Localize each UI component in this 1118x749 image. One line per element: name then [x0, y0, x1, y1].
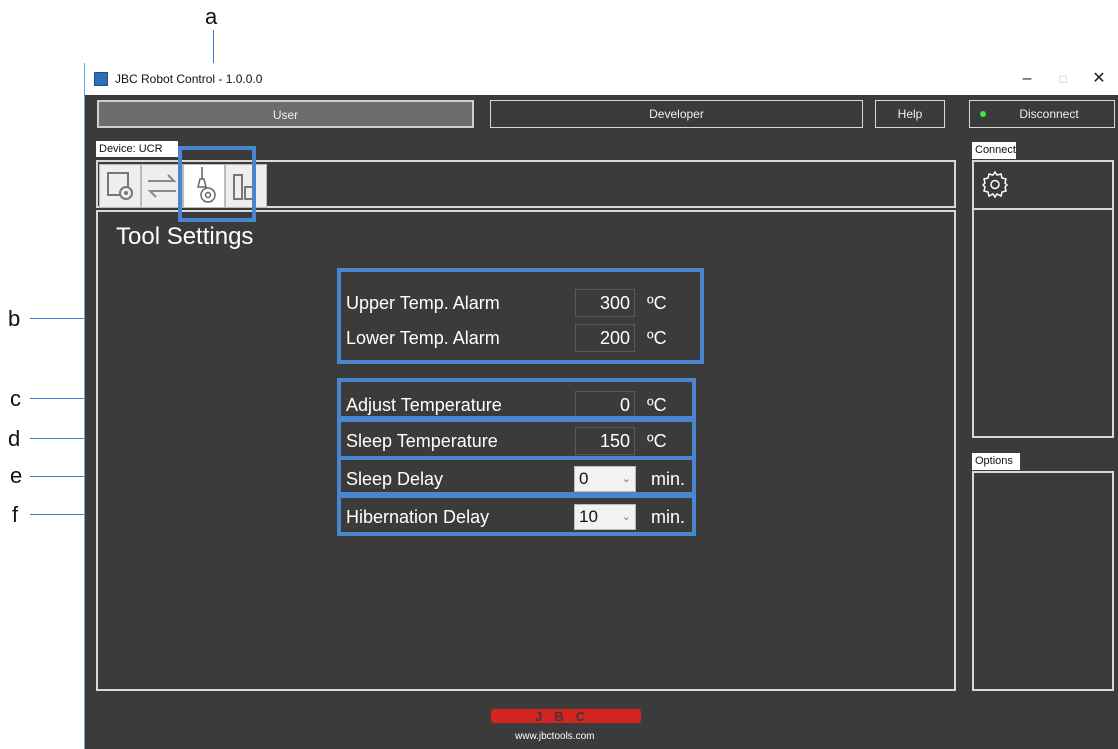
jbc-logo: JBC — [491, 709, 641, 724]
options-panel — [972, 471, 1114, 691]
tab-transfer[interactable] — [141, 164, 183, 208]
window-title: JBC Robot Control - 1.0.0.0 — [115, 72, 263, 86]
upper-alarm-label: Upper Temp. Alarm — [346, 293, 500, 313]
tool-settings-icon — [197, 167, 216, 203]
minimize-button[interactable]: – — [1009, 67, 1045, 91]
device-tab[interactable]: Device: UCR — [96, 141, 178, 157]
options-tab[interactable]: Options — [972, 453, 1020, 470]
title-bar: JBC Robot Control - 1.0.0.0 – □ ✕ — [85, 63, 1118, 95]
maximize-button[interactable]: □ — [1045, 67, 1081, 91]
hibernation-delay-label: Hibernation Delay — [346, 507, 490, 527]
tool-settings-panel — [96, 210, 956, 691]
hibernation-delay-select[interactable]: 10 ⌄ — [574, 504, 636, 530]
svg-text:JBC: JBC — [535, 709, 597, 724]
help-button[interactable]: Help — [875, 100, 945, 128]
lower-alarm-label: Lower Temp. Alarm — [346, 328, 500, 348]
annotation-f: f — [12, 502, 19, 527]
annotation-e: e — [10, 463, 23, 488]
connection-led-icon — [980, 111, 986, 117]
sleep-delay-value: 0 — [579, 469, 589, 488]
lower-alarm-unit: ºC — [647, 328, 667, 348]
hibernation-delay-value: 10 — [579, 507, 598, 526]
chevron-down-icon: ⌄ — [621, 473, 631, 485]
connect-tab[interactable]: Connect — [972, 142, 1016, 159]
connect-divider — [972, 208, 1114, 210]
upper-alarm-input[interactable]: 300 — [575, 289, 635, 317]
sleep-temperature-unit: ºC — [647, 431, 667, 451]
upper-alarm-unit: ºC — [647, 293, 667, 313]
app-icon — [94, 72, 108, 86]
developer-button[interactable]: Developer — [490, 100, 863, 128]
adjust-temperature-input[interactable]: 0 — [575, 391, 635, 419]
sleep-delay-select[interactable]: 0 ⌄ — [574, 466, 636, 492]
sleep-temperature-input[interactable]: 150 — [575, 427, 635, 455]
tab-station-settings[interactable] — [99, 164, 141, 208]
bar-chart-icon — [233, 174, 254, 200]
annotation-d: d — [8, 426, 21, 451]
chevron-down-icon: ⌄ — [621, 511, 631, 523]
transfer-arrows-icon — [147, 174, 177, 198]
sleep-temperature-label: Sleep Temperature — [346, 431, 498, 451]
tab-statistics[interactable] — [225, 164, 267, 208]
close-button[interactable]: ✕ — [1081, 67, 1117, 91]
sleep-delay-label: Sleep Delay — [346, 469, 444, 489]
disconnect-label: Disconnect — [1019, 107, 1079, 121]
hibernation-delay-unit: min. — [651, 507, 686, 527]
disconnect-button[interactable]: Disconnect — [969, 100, 1115, 128]
app-window: JBC Robot Control - 1.0.0.0 – □ ✕ User D… — [84, 63, 1118, 749]
station-settings-icon — [107, 172, 133, 200]
annotation-c: c — [10, 386, 21, 411]
adjust-temperature-label: Adjust Temperature — [346, 395, 502, 415]
user-button[interactable]: User — [97, 100, 474, 128]
sleep-delay-unit: min. — [651, 469, 686, 489]
website-link[interactable]: www.jbctools.com — [515, 731, 594, 742]
annotation-b: b — [8, 306, 21, 331]
gear-icon[interactable] — [980, 169, 1010, 199]
tab-tool-settings[interactable] — [183, 164, 225, 208]
page-title: Tool Settings — [116, 223, 254, 250]
adjust-temperature-unit: ºC — [647, 395, 667, 415]
connect-panel — [972, 160, 1114, 438]
annotation-a: a — [205, 4, 218, 29]
lower-alarm-input[interactable]: 200 — [575, 324, 635, 352]
